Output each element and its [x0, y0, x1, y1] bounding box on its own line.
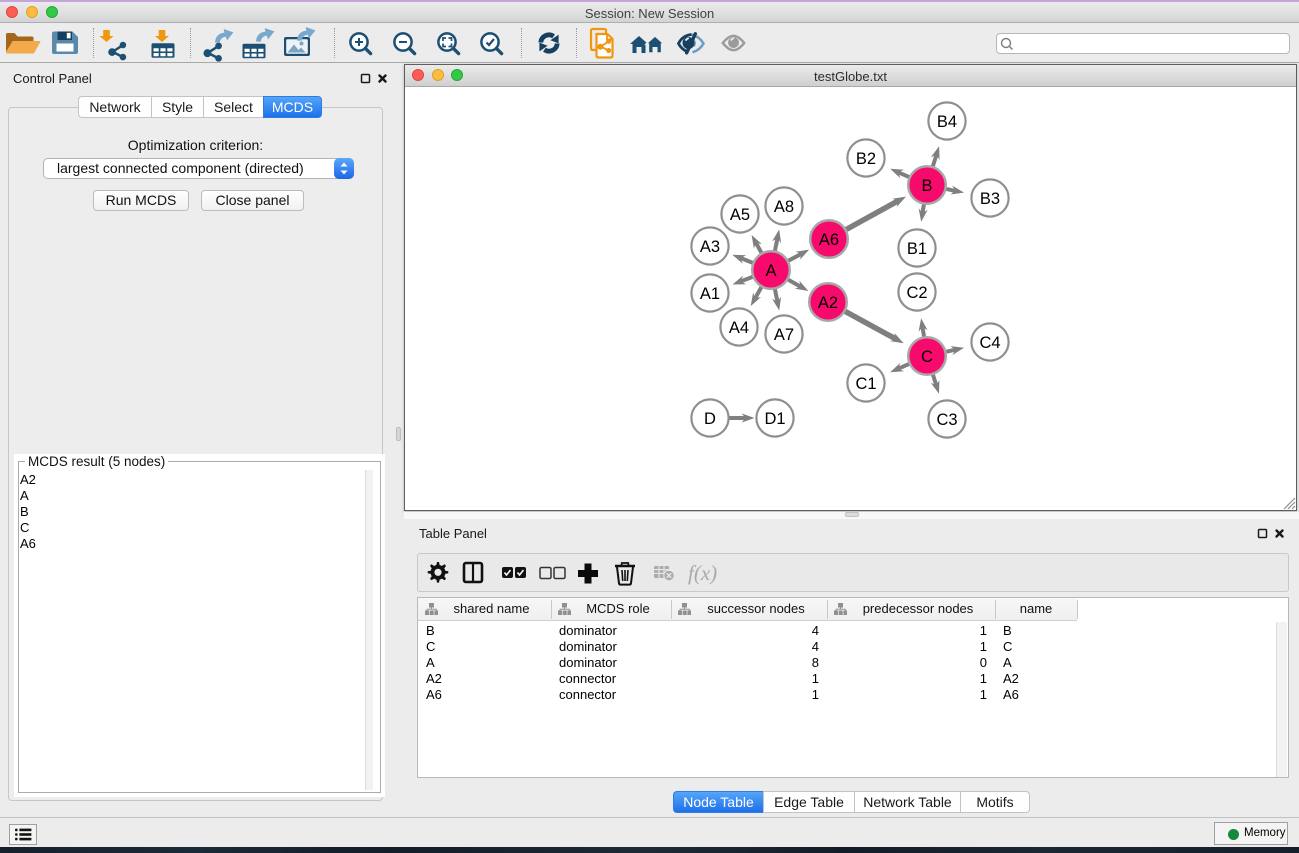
svg-text:B4: B4	[937, 113, 957, 131]
svg-text:A7: A7	[774, 326, 794, 344]
svg-text:C3: C3	[936, 411, 957, 429]
svg-text:C4: C4	[979, 334, 1000, 352]
svg-text:A5: A5	[730, 206, 750, 224]
svg-text:D1: D1	[764, 410, 785, 428]
svg-text:A3: A3	[700, 238, 720, 256]
svg-text:A2: A2	[818, 294, 838, 312]
svg-text:D: D	[704, 410, 716, 428]
svg-text:f(x): f(x)	[688, 561, 717, 585]
svg-text:A4: A4	[729, 319, 749, 337]
svg-text:B2: B2	[856, 150, 876, 168]
svg-text:A: A	[765, 262, 776, 280]
svg-text:A8: A8	[774, 198, 794, 216]
svg-text:A6: A6	[819, 231, 839, 249]
svg-text:B3: B3	[980, 190, 1000, 208]
svg-text:C1: C1	[855, 375, 876, 393]
svg-text:C: C	[921, 348, 933, 366]
svg-text:C2: C2	[906, 284, 927, 302]
svg-text:B: B	[921, 177, 932, 195]
svg-text:A1: A1	[700, 285, 720, 303]
svg-text:B1: B1	[907, 240, 927, 258]
